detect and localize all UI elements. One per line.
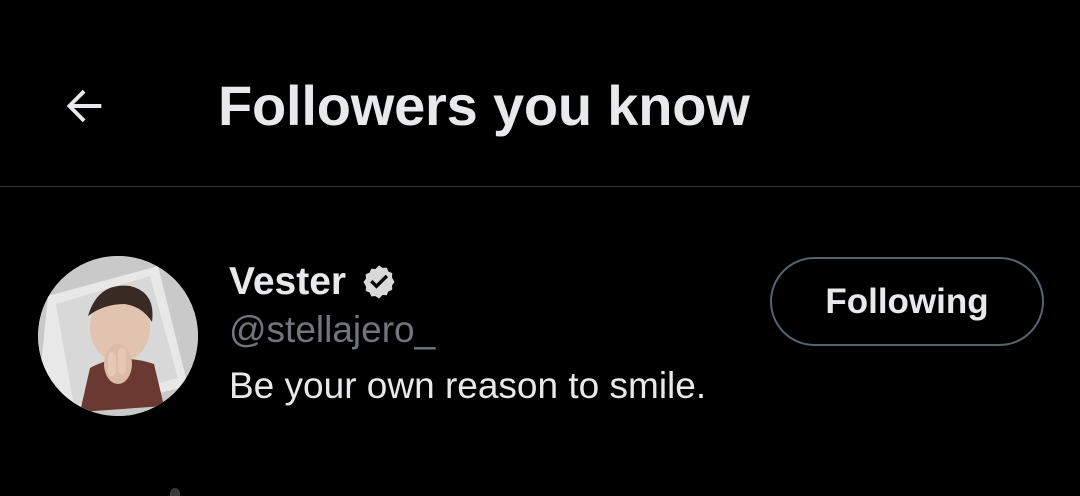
verified-badge-icon (360, 263, 398, 301)
back-button[interactable] (52, 74, 116, 138)
display-name-row: Vester (229, 258, 398, 306)
user-handle[interactable]: @stellajero_ (229, 306, 435, 354)
avatar-photo (38, 256, 198, 416)
top-app-bar: Followers you know (0, 0, 1080, 187)
following-button[interactable]: Following (770, 257, 1044, 346)
user-bio: Be your own reason to smile. (229, 365, 707, 406)
avatar[interactable] (38, 256, 198, 416)
page-title: Followers you know (218, 74, 750, 137)
display-name[interactable]: Vester (229, 258, 346, 306)
arrow-left-icon (66, 89, 102, 123)
user-cell[interactable]: Vester @stellajero_ Be your own reason t… (0, 188, 1080, 496)
next-avatar-edge (170, 488, 180, 496)
followers-you-know-screen: Followers you know Vester @stellajero_ B… (0, 0, 1080, 496)
